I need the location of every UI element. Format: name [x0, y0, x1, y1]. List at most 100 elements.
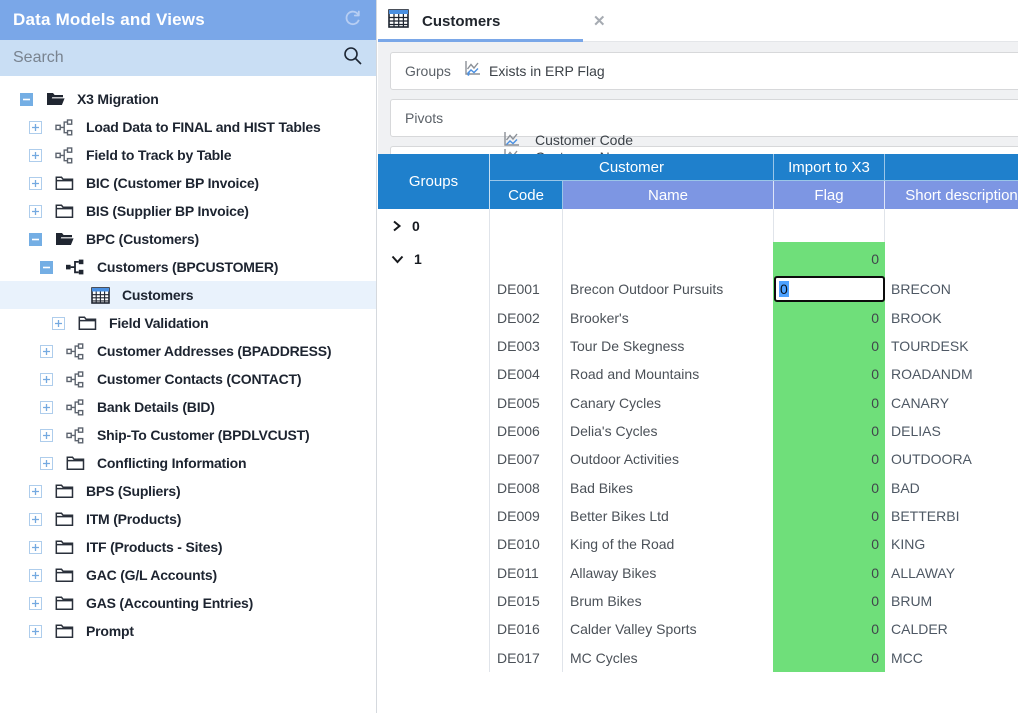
flag-cell[interactable]: 0	[774, 360, 885, 388]
group-chip-exists-in-erp-flag[interactable]: Exists in ERP Flag	[463, 60, 605, 82]
header-short-description[interactable]: Short description	[885, 181, 1018, 209]
desc-cell[interactable]: CANARY	[885, 388, 1018, 416]
header-code[interactable]: Code	[490, 181, 563, 209]
sidebar-item-field-to-track-by-table[interactable]: Field to Track by Table	[0, 141, 376, 169]
desc-cell[interactable]: ALLAWAY	[885, 558, 1018, 586]
desc-cell[interactable]: TOURDESK	[885, 332, 1018, 360]
sidebar-item-prompt[interactable]: Prompt	[0, 617, 376, 645]
minus-toggle-icon[interactable]	[29, 233, 42, 246]
header-name[interactable]: Name	[563, 181, 774, 209]
sidebar-item-field-validation[interactable]: Field Validation	[0, 309, 376, 337]
desc-cell[interactable]: BETTERBI	[885, 502, 1018, 530]
groups-drop-zone[interactable]: Groups Exists in ERP Flag	[390, 52, 1018, 90]
flag-cell[interactable]: 0	[774, 417, 885, 445]
plus-toggle-icon[interactable]	[29, 597, 42, 610]
code-cell[interactable]: DE006	[490, 417, 563, 445]
sidebar-item-customer-addresses-bpaddress[interactable]: Customer Addresses (BPADDRESS)	[0, 337, 376, 365]
search-input[interactable]	[13, 49, 342, 67]
header-customer-group[interactable]: Customer	[490, 154, 774, 181]
desc-cell[interactable]: DELIAS	[885, 417, 1018, 445]
header-flag[interactable]: Flag	[774, 181, 885, 209]
desc-cell[interactable]: BAD	[885, 473, 1018, 501]
name-cell[interactable]: Outdoor Activities	[563, 445, 774, 473]
chevron-right-icon[interactable]	[391, 220, 402, 232]
flag-cell[interactable]: 0	[774, 558, 885, 586]
desc-cell[interactable]: CALDER	[885, 615, 1018, 643]
plus-toggle-icon[interactable]	[52, 317, 65, 330]
code-cell[interactable]: DE009	[490, 502, 563, 530]
desc-cell[interactable]: OUTDOORA	[885, 445, 1018, 473]
name-cell[interactable]: Road and Mountains	[563, 360, 774, 388]
desc-cell[interactable]: ROADANDM	[885, 360, 1018, 388]
sidebar-item-bic-customer-bp-invoice[interactable]: BIC (Customer BP Invoice)	[0, 169, 376, 197]
sidebar-item-load-data-to-final-and-hist-tables[interactable]: Load Data to FINAL and HIST Tables	[0, 113, 376, 141]
desc-cell[interactable]: BRUM	[885, 587, 1018, 615]
sidebar-item-customers-bpcustomer[interactable]: Customers (BPCUSTOMER)	[0, 253, 376, 281]
header-import-to-x3-group[interactable]: Import to X3	[774, 154, 885, 181]
plus-toggle-icon[interactable]	[29, 541, 42, 554]
name-cell[interactable]: Better Bikes Ltd	[563, 502, 774, 530]
name-cell[interactable]: Tour De Skegness	[563, 332, 774, 360]
desc-cell[interactable]	[885, 242, 1018, 275]
flag-cell[interactable]: 0	[774, 643, 885, 671]
code-cell[interactable]	[490, 209, 563, 242]
plus-toggle-icon[interactable]	[40, 373, 53, 386]
plus-toggle-icon[interactable]	[40, 457, 53, 470]
name-cell[interactable]: Brecon Outdoor Pursuits	[563, 275, 774, 303]
close-icon[interactable]: ✕	[593, 0, 606, 42]
name-cell[interactable]: King of the Road	[563, 530, 774, 558]
plus-toggle-icon[interactable]	[29, 149, 42, 162]
flag-cell[interactable]: 0	[774, 615, 885, 643]
group-cell[interactable]: 0	[378, 209, 490, 242]
code-cell[interactable]: DE003	[490, 332, 563, 360]
sidebar-item-itm-products[interactable]: ITM (Products)	[0, 505, 376, 533]
plus-toggle-icon[interactable]	[29, 205, 42, 218]
sidebar-item-itf-products-sites[interactable]: ITF (Products - Sites)	[0, 533, 376, 561]
name-cell[interactable]	[563, 209, 774, 242]
sidebar-item-gac-g-l-accounts[interactable]: GAC (G/L Accounts)	[0, 561, 376, 589]
name-cell[interactable]: Brooker's	[563, 303, 774, 331]
search-icon[interactable]	[342, 45, 363, 71]
sidebar-item-customers[interactable]: Customers	[0, 281, 376, 309]
flag-cell[interactable]: 0	[774, 530, 885, 558]
pivots-drop-zone[interactable]: Pivots	[390, 99, 1018, 137]
chevron-down-icon[interactable]	[391, 254, 404, 264]
sidebar-item-conflicting-information[interactable]: Conflicting Information	[0, 449, 376, 477]
name-cell[interactable]: MC Cycles	[563, 643, 774, 671]
header-groups[interactable]: Groups	[378, 154, 490, 209]
plus-toggle-icon[interactable]	[29, 513, 42, 526]
sidebar-item-bank-details-bid[interactable]: Bank Details (BID)	[0, 393, 376, 421]
code-cell[interactable]: DE002	[490, 303, 563, 331]
name-cell[interactable]: Allaway Bikes	[563, 558, 774, 586]
sidebar-item-customer-contacts-contact[interactable]: Customer Contacts (CONTACT)	[0, 365, 376, 393]
sidebar-item-bpc-customers[interactable]: BPC (Customers)	[0, 225, 376, 253]
group-cell[interactable]: 1	[378, 242, 490, 275]
flag-edit-input[interactable]: 0	[774, 276, 885, 302]
plus-toggle-icon[interactable]	[40, 429, 53, 442]
plus-toggle-icon[interactable]	[29, 121, 42, 134]
flag-cell[interactable]: 0	[774, 445, 885, 473]
code-cell[interactable]: DE015	[490, 587, 563, 615]
flag-cell[interactable]: 0	[774, 332, 885, 360]
refresh-icon[interactable]	[342, 7, 363, 33]
desc-cell[interactable]	[885, 209, 1018, 242]
code-cell[interactable]: DE010	[490, 530, 563, 558]
name-cell[interactable]: Canary Cycles	[563, 388, 774, 416]
desc-cell[interactable]: KING	[885, 530, 1018, 558]
code-cell[interactable]: DE001	[490, 275, 563, 303]
minus-toggle-icon[interactable]	[20, 93, 33, 106]
flag-cell[interactable]: 0	[774, 587, 885, 615]
code-cell[interactable]: DE008	[490, 473, 563, 501]
sidebar-item-x3-migration[interactable]: X3 Migration	[0, 85, 376, 113]
desc-cell[interactable]: BRECON	[885, 275, 1018, 303]
code-cell[interactable]: DE004	[490, 360, 563, 388]
plus-toggle-icon[interactable]	[40, 401, 53, 414]
plus-toggle-icon[interactable]	[29, 625, 42, 638]
flag-cell[interactable]: 0	[774, 502, 885, 530]
sidebar-item-ship-to-customer-bpdlvcust[interactable]: Ship-To Customer (BPDLVCUST)	[0, 421, 376, 449]
flag-cell[interactable]: 0	[774, 303, 885, 331]
desc-cell[interactable]: BROOK	[885, 303, 1018, 331]
flag-aggregate-cell[interactable]	[774, 209, 885, 242]
code-cell[interactable]: DE017	[490, 643, 563, 671]
name-cell[interactable]: Calder Valley Sports	[563, 615, 774, 643]
